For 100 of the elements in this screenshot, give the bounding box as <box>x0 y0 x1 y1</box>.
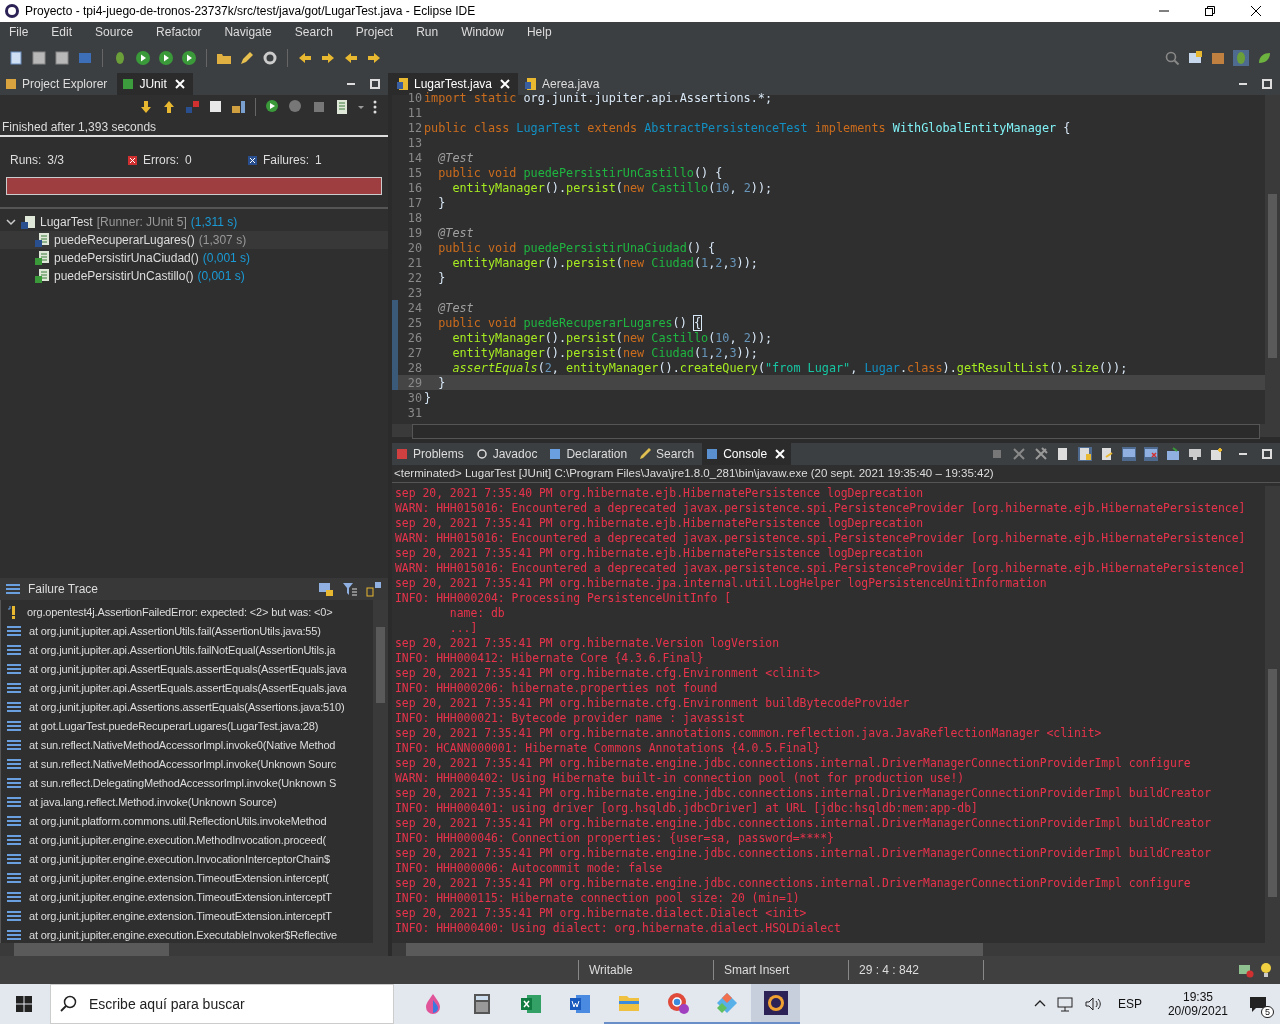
new-console-icon[interactable] <box>1210 447 1224 461</box>
code-line: @Test <box>437 300 474 315</box>
perspective-icon[interactable] <box>1187 49 1203 66</box>
tree-item[interactable]: puedeRecuperarLugares() (1,307 s) <box>0 231 388 249</box>
trace-line[interactable]: at got.LugarTest.puedeRecuperarLugares(LugarTest.java:28) <box>29 719 319 732</box>
view-tab[interactable]: Javadoc <box>471 443 544 465</box>
new-file-icon[interactable] <box>8 49 24 66</box>
trace-line[interactable]: at org.junit.jupiter.engine.extension.TimeoutExtension.intercept( <box>29 871 329 884</box>
more-icon[interactable] <box>372 99 378 115</box>
trace-line[interactable]: at org.junit.jupiter.api.Assertions.assertEquals(Assertions.java:510) <box>29 700 345 713</box>
menu-item[interactable]: Search <box>287 25 341 39</box>
maximize-icon[interactable] <box>1262 449 1272 459</box>
scrollbar[interactable] <box>1265 486 1280 943</box>
eclipse-app-icon[interactable] <box>762 990 789 1016</box>
failures-filter-icon[interactable] <box>184 99 200 115</box>
console-line: sep 20, 2021 7:35:41 PM org.hibernate.dialect.Dialect <init> <box>394 906 808 921</box>
search-icon[interactable] <box>1164 49 1180 66</box>
trace-line[interactable]: at sun.reflect.NativeMethodAccessorImpl.invoke(Unknown Sourc <box>29 757 337 770</box>
search-field[interactable]: Escribe aquí para buscar <box>50 984 394 1024</box>
filter-icon[interactable] <box>342 581 358 597</box>
counter-value: 3/3 <box>47 153 65 167</box>
view-tab[interactable]: Problems <box>392 443 470 465</box>
stop-icon[interactable] <box>311 99 327 115</box>
windows-logo-icon[interactable] <box>16 996 32 1012</box>
play-icon[interactable] <box>135 49 151 66</box>
scroll-lock-icon[interactable] <box>1078 447 1092 461</box>
trace-line[interactable]: at sun.reflect.DelegatingMethodAccessorImpl.invoke(Unknown S <box>29 776 337 789</box>
browser-icon[interactable] <box>665 991 690 1015</box>
speaker-icon[interactable] <box>1083 996 1102 1012</box>
trace-line[interactable]: at org.junit.jupiter.engine.extension.TimeoutExtension.interceptT <box>29 890 332 903</box>
lightbulb-icon[interactable] <box>1260 962 1272 978</box>
menu-item[interactable]: Help <box>519 25 560 39</box>
compare-icon[interactable] <box>318 581 334 597</box>
trace-line[interactable]: at java.lang.reflect.Method.invoke(Unknown Source) <box>29 795 277 808</box>
play-icon[interactable] <box>158 49 174 66</box>
arrow-down-icon[interactable] <box>138 99 154 115</box>
spreadsheet-icon[interactable] <box>518 992 543 1016</box>
menu-item[interactable]: Edit <box>44 25 81 39</box>
menu-item[interactable]: Refactor <box>149 25 210 39</box>
save-icon[interactable] <box>31 49 47 66</box>
remove-icon[interactable] <box>1012 447 1026 461</box>
menu-item[interactable]: Run <box>409 25 447 39</box>
trace-line[interactable]: at org.junit.jupiter.api.AssertEquals.assertEquals(AssertEquals.java <box>29 662 347 675</box>
scrollbar[interactable] <box>1265 95 1280 424</box>
arrow-up-icon[interactable] <box>161 99 177 115</box>
remove-all-icon[interactable] <box>1034 447 1048 461</box>
trace-line[interactable]: at sun.reflect.NativeMethodAccessorImpl.invoke0(Native Method <box>29 738 336 751</box>
save-all-icon[interactable] <box>54 49 70 66</box>
trace-line[interactable]: at org.junit.jupiter.engine.extension.TimeoutExtension.interceptT <box>29 909 332 922</box>
tree-item[interactable]: puedePersistirUnaCiudad() (0,001 s) <box>0 249 388 267</box>
maximize-icon[interactable] <box>370 79 380 89</box>
chevron-icon[interactable] <box>6 217 16 227</box>
trace-line[interactable]: at org.junit.jupiter.api.AssertionUtils.failNotEqual(AssertionUtils.ja <box>29 643 336 656</box>
console-line: sep 20, 2021 7:35:41 PM org.hibernate.cfg.Environment buildBytecodeProvider <box>394 696 911 711</box>
view-tab[interactable]: Search <box>635 443 701 465</box>
show-error-icon[interactable] <box>1144 447 1158 461</box>
notification-center-icon[interactable] <box>1248 994 1268 1014</box>
trace-line[interactable]: at org.junit.jupiter.api.AssertionUtils.fail(AssertionUtils.java:55) <box>29 624 321 637</box>
pencil-icon[interactable] <box>239 49 255 66</box>
menu-item[interactable]: Navigate <box>217 25 280 39</box>
play-icon[interactable] <box>181 49 197 66</box>
window-title: Proyecto - tpi4-juego-de-tronos-23737k/src/test/java/got/LugarTest.java - Eclipse IDE <box>25 4 476 18</box>
line-number: 19 <box>406 225 422 240</box>
tree-item[interactable]: LugarTest [Runner: JUnit 5] (1,311 s) <box>0 213 388 231</box>
pin-icon[interactable] <box>1166 447 1180 461</box>
console-line: INFO: HHH000412: Hibernate Core {4.3.6.Final} <box>394 651 705 666</box>
clock-date[interactable]: 20/09/2021 <box>1167 1004 1228 1018</box>
view-tab[interactable]: JUnit <box>117 73 193 95</box>
stack-frame-icon <box>7 700 21 713</box>
scrollbar[interactable] <box>0 943 388 956</box>
trace-line[interactable]: at org.junit.platform.commons.util.ReflectionUtils.invokeMethod <box>29 814 327 827</box>
network-icon[interactable] <box>1055 996 1074 1012</box>
history-list-icon[interactable] <box>334 99 350 115</box>
tree-item[interactable]: puedePersistirUnCastillo() (0,001 s) <box>0 267 388 285</box>
clock-time[interactable]: 19:35 <box>1182 990 1213 1004</box>
word-wrap-icon[interactable] <box>1100 447 1114 461</box>
trace-line[interactable]: at org.junit.jupiter.engine.execution.InvocationInterceptorChain$ <box>29 852 330 865</box>
trace-line[interactable]: at org.junit.jupiter.engine.execution.MethodInvocation.proceed( <box>29 833 326 846</box>
menu-item[interactable]: Project <box>348 25 402 39</box>
scrollbar[interactable] <box>392 943 1280 956</box>
restore-icon[interactable] <box>1204 5 1216 17</box>
menu-item[interactable]: File <box>2 25 37 39</box>
view-tab[interactable]: Project Explorer <box>0 73 116 95</box>
view-tab[interactable]: Console <box>702 443 792 465</box>
code-line: @Test <box>437 225 474 240</box>
trace-line[interactable]: at org.junit.jupiter.api.AssertEquals.assertEquals(AssertEquals.java <box>29 681 347 694</box>
trace-line[interactable]: org.opentest4j.AssertionFailedError: expected: <2> but was: <0> <box>27 605 333 618</box>
scrollbar[interactable] <box>392 424 1280 437</box>
show-output-icon[interactable] <box>1122 447 1136 461</box>
layout-icon[interactable] <box>366 581 382 597</box>
language-indicator[interactable]: ESP <box>1117 997 1142 1011</box>
view-tab[interactable]: Declaration <box>545 443 634 465</box>
menu-item[interactable]: Window <box>454 25 512 39</box>
notification-icon[interactable] <box>1238 962 1254 978</box>
menu-item[interactable]: Source <box>88 25 142 39</box>
document-icon[interactable] <box>567 992 592 1016</box>
close-icon[interactable] <box>1250 5 1262 17</box>
maximize-icon[interactable] <box>1262 79 1272 89</box>
trace-line[interactable]: at org.junit.jupiter.engine.execution.ExecutableInvoker$Reflective <box>29 928 338 941</box>
rerun-icon[interactable] <box>265 99 281 115</box>
